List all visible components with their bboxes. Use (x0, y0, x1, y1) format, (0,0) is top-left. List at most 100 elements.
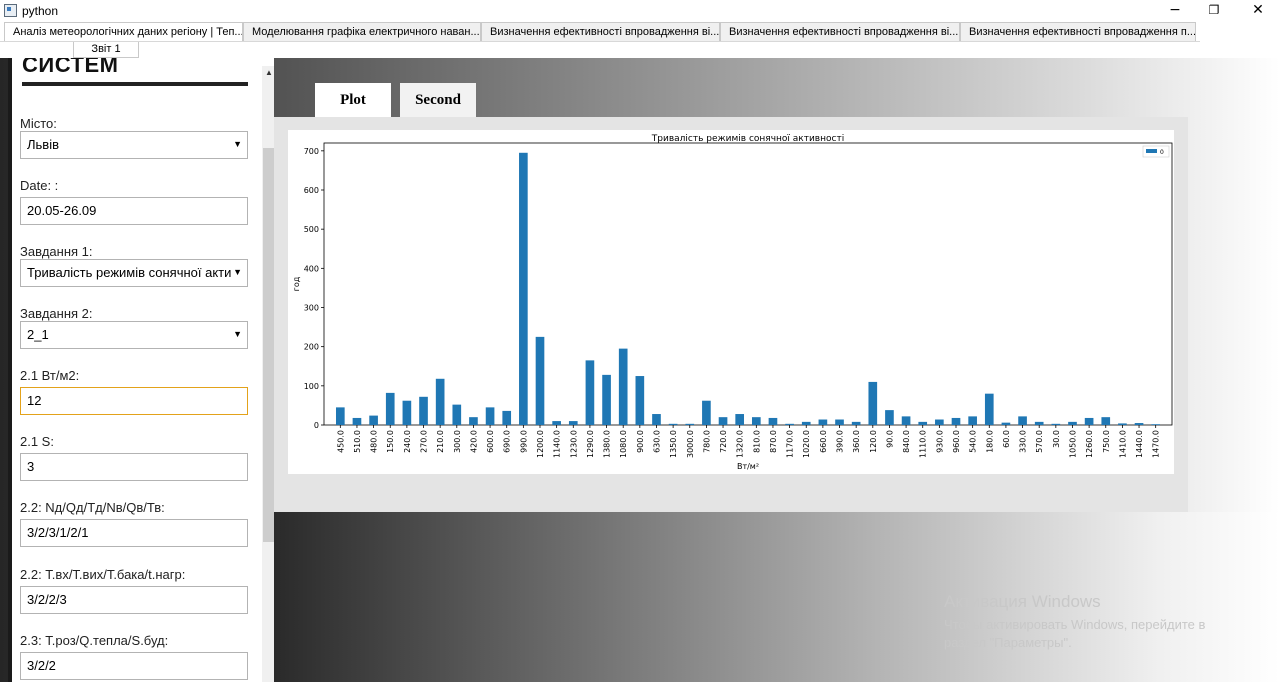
tab-report-1[interactable]: Звіт 1 (73, 42, 139, 58)
app-window: python − ❐ ✕ Аналіз метеорологічних дани… (0, 0, 1280, 682)
bar (502, 410, 512, 425)
x-tick-label: 270.0 (420, 430, 429, 453)
x-tick-label: 60.0 (1002, 430, 1011, 448)
scroll-thumb[interactable] (263, 148, 274, 542)
y-axis-label: год (292, 276, 301, 291)
chevron-down-icon: ▼ (233, 329, 242, 339)
x-tick-label: 570.0 (1035, 430, 1044, 453)
x-tick-label: 780.0 (702, 430, 711, 453)
y-tick-label: 200 (304, 343, 319, 352)
task2-select[interactable]: 2_1 ▼ (20, 321, 248, 349)
params-t-input[interactable]: 3/2/2/3 (20, 586, 248, 614)
activation-text: Чтобы активировать Windows, перейдите в … (944, 617, 1206, 650)
panel-scrollbar[interactable]: ▲ (262, 66, 274, 682)
bar (452, 404, 462, 425)
plot-frame: Тривалість режимів сонячної активності 0 1… (274, 117, 1188, 512)
bar (635, 376, 645, 425)
x-tick-label: 1470.0 (1152, 430, 1161, 458)
city-select-value: Львів (27, 137, 60, 152)
bar (1018, 416, 1027, 425)
x-tick-label: 1020.0 (802, 430, 811, 458)
params-n-label: 2.2: Nд/Qд/Тд/Nв/Qв/Тв: (20, 500, 165, 515)
x-tick-label: 510.0 (353, 430, 362, 453)
plot-area-frame (323, 142, 1173, 426)
x-tick-label: 600.0 (486, 430, 495, 453)
settings-panel: СИСТЕМ Місто: Львів ▼ Date: : 20.05-26.0… (8, 58, 274, 682)
sub-tab-bar: Звіт 1 (0, 41, 1200, 58)
bar (1001, 422, 1011, 425)
power-label: 2.1 Вт/м2: (20, 368, 80, 383)
date-input[interactable]: 20.05-26.09 (20, 197, 248, 225)
params-n-input[interactable]: 3/2/3/1/2/1 (20, 519, 248, 547)
bar (552, 421, 561, 425)
date-label: Date: : (20, 178, 59, 193)
tab-weather-analysis[interactable]: Аналіз метеорологічних даних регіону | Т… (4, 22, 243, 41)
x-tick-label: 1200.0 (536, 430, 545, 458)
bar (718, 417, 728, 425)
bar (385, 392, 395, 425)
x-tick-label: 720.0 (719, 430, 728, 453)
y-tick-label: 600 (304, 186, 319, 195)
x-tick-label: 660.0 (819, 430, 828, 453)
close-button[interactable]: ✕ (1238, 0, 1278, 22)
y-tick-label: 100 (304, 382, 319, 391)
tab-plot[interactable]: Plot (315, 83, 391, 117)
bar (885, 410, 894, 425)
bar (768, 417, 778, 425)
x-tick-label: 450.0 (336, 430, 345, 453)
bar (618, 348, 628, 425)
x-tick-label: 630.0 (652, 430, 661, 453)
x-tick-label: 390.0 (836, 430, 845, 453)
bar (1118, 423, 1127, 425)
x-tick-label: 690.0 (503, 430, 512, 453)
bar (984, 393, 994, 425)
bar (1051, 423, 1061, 425)
x-tick-label: 180.0 (985, 430, 994, 453)
x-tick-label: 240.0 (403, 430, 412, 453)
bar (652, 414, 661, 425)
tab-efficiency-3[interactable]: Визначення ефективності впровадження п..… (960, 22, 1196, 41)
x-tick-label: 1440.0 (1135, 430, 1144, 458)
maximize-button[interactable]: ❐ (1194, 0, 1234, 22)
params-heat-input[interactable]: 3/2/2 (20, 652, 248, 680)
power-input[interactable]: 12 (20, 387, 248, 415)
task1-select[interactable]: Тривалість режимів сонячної акти ▼ (20, 259, 248, 287)
x-tick-label: 90.0 (885, 430, 894, 448)
x-tick-label: 870.0 (769, 430, 778, 453)
tab-electric-load-model[interactable]: Моделювання графіка електричного наван..… (243, 22, 481, 41)
x-tick-label: 420.0 (469, 430, 478, 453)
city-select[interactable]: Львів ▼ (20, 131, 248, 159)
x-tick-label: 840.0 (902, 430, 911, 453)
bar (1151, 424, 1161, 425)
bar (435, 378, 445, 425)
bar (751, 417, 761, 425)
x-tick-label: 990.0 (519, 430, 528, 453)
bar (901, 416, 911, 425)
x-tick-label: 330.0 (1019, 430, 1028, 453)
main-tab-bar: Аналіз метеорологічних даних регіону | Т… (0, 22, 1200, 41)
bar (1034, 421, 1044, 425)
chart-figure: Тривалість режимів сонячної активності 0 1… (288, 130, 1174, 474)
y-tick-label: 700 (304, 147, 319, 156)
title-bar: python − ❐ ✕ (0, 0, 1280, 22)
tab-second[interactable]: Second (400, 83, 476, 117)
area-input[interactable]: 3 (20, 453, 248, 481)
bar (402, 400, 412, 425)
tab-efficiency-2[interactable]: Визначення ефективності впровадження ві.… (720, 22, 960, 41)
tab-efficiency-1[interactable]: Визначення ефективності впровадження ві.… (481, 22, 720, 41)
minimize-button[interactable]: − (1155, 0, 1195, 22)
bar (602, 374, 611, 425)
x-tick-label: 1140.0 (553, 430, 562, 458)
x-tick-label: 210.0 (436, 430, 445, 453)
scroll-up-arrow-icon[interactable]: ▲ (262, 66, 274, 80)
x-tick-label: 1110.0 (919, 430, 928, 458)
y-tick-label: 0 (314, 421, 319, 430)
x-tick-label: 1170.0 (786, 430, 795, 458)
x-tick-label: 1290.0 (586, 430, 595, 458)
x-tick-label: 120.0 (869, 430, 878, 453)
task1-select-value: Тривалість режимів сонячної акти (27, 265, 232, 280)
city-label: Місто: (20, 116, 57, 131)
bar (851, 421, 861, 425)
bar (801, 421, 811, 425)
bar (1134, 423, 1144, 425)
